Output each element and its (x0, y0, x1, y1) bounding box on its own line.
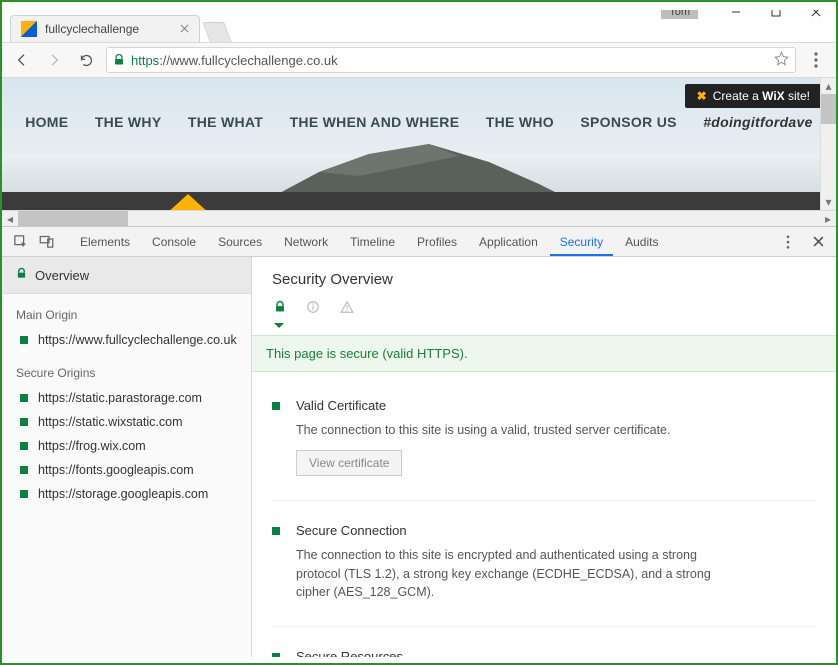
secure-indicator-icon (20, 336, 28, 344)
device-toolbar-icon[interactable] (34, 230, 58, 254)
favicon-icon (21, 21, 37, 37)
scroll-thumb[interactable] (821, 94, 836, 124)
devtools-tab-application[interactable]: Application (469, 228, 548, 256)
view-certificate-button[interactable]: View certificate (296, 450, 402, 476)
security-overview-panel: Security Overview This page is secure (v… (252, 257, 836, 657)
browser-tab[interactable]: fullcyclechallenge (10, 15, 200, 42)
lock-icon (113, 53, 125, 67)
origin-item[interactable]: https://www.fullcyclechallenge.co.uk (2, 328, 251, 352)
lock-icon (274, 300, 286, 317)
devtools-tabstrip: Elements Console Sources Network Timelin… (2, 227, 836, 257)
secure-banner: This page is secure (valid HTTPS). (252, 335, 836, 372)
secure-indicator-icon (272, 653, 280, 657)
origin-url: https://fonts.googleapis.com (38, 463, 194, 477)
secure-indicator-icon (20, 394, 28, 402)
wix-logo-icon: ✖ (697, 89, 707, 103)
forward-button[interactable] (42, 48, 66, 72)
browser-toolbar: https://www.fullcyclechallenge.co.uk (2, 42, 836, 78)
devtools-tab-timeline[interactable]: Timeline (340, 228, 405, 256)
origin-url: https://www.fullcyclechallenge.co.uk (38, 333, 237, 347)
devtools-menu-icon[interactable] (776, 230, 800, 254)
devtools-tab-audits[interactable]: Audits (615, 228, 668, 256)
nav-who[interactable]: THE WHO (486, 114, 554, 130)
site-nav: HOME THE WHY THE WHAT THE WHEN AND WHERE… (2, 114, 836, 130)
hscroll-left-icon[interactable]: ◂ (2, 211, 18, 226)
wix-create-site-banner[interactable]: ✖ Create a WiX site! (685, 84, 822, 108)
secure-indicator-icon (20, 418, 28, 426)
lock-icon (16, 267, 27, 283)
secure-indicator-icon (20, 466, 28, 474)
warning-icon (340, 300, 354, 317)
origin-item[interactable]: https://static.parastorage.com (2, 386, 251, 410)
security-sidebar: Overview Main Origin https://www.fullcyc… (2, 257, 252, 657)
page-horizontal-scrollbar[interactable]: ◂ ▸ (2, 210, 836, 226)
url-scheme: https (131, 53, 159, 68)
block-desc: The connection to this site is encrypted… (296, 546, 736, 602)
panel-title: Security Overview (272, 271, 816, 288)
origin-item[interactable]: https://fonts.googleapis.com (2, 458, 251, 482)
origin-item[interactable]: https://frog.wix.com (2, 434, 251, 458)
devtools-close-icon[interactable] (806, 230, 830, 254)
chrome-menu-button[interactable] (804, 48, 828, 72)
devtools-tab-profiles[interactable]: Profiles (407, 228, 467, 256)
overview-label: Overview (35, 268, 89, 283)
url-rest: ://www.fullcyclechallenge.co.uk (159, 53, 337, 68)
page-content: ✖ Create a WiX site! HOME THE WHY THE WH… (2, 78, 836, 210)
block-title: Valid Certificate (296, 398, 670, 413)
secure-indicator-icon (272, 527, 280, 535)
origin-url: https://static.parastorage.com (38, 391, 202, 405)
nav-hashtag[interactable]: #doingitfordave (703, 114, 813, 130)
devtools-tab-network[interactable]: Network (274, 228, 338, 256)
hscroll-thumb[interactable] (18, 211, 128, 226)
footer-strip (2, 192, 836, 210)
reload-button[interactable] (74, 48, 98, 72)
secure-indicator-icon (20, 442, 28, 450)
nav-sponsor[interactable]: SPONSOR US (580, 114, 676, 130)
security-status-icons (272, 300, 816, 317)
new-tab-button[interactable] (202, 22, 231, 42)
origin-item[interactable]: https://static.wixstatic.com (2, 410, 251, 434)
devtools-tab-elements[interactable]: Elements (70, 228, 140, 256)
hscroll-right-icon[interactable]: ▸ (820, 211, 836, 226)
devtools-tab-console[interactable]: Console (142, 228, 206, 256)
tab-title: fullcyclechallenge (45, 22, 139, 36)
secure-resources-block: Secure Resources All resources on this p… (272, 643, 816, 657)
origin-url: https://frog.wix.com (38, 439, 146, 453)
scroll-up-icon[interactable]: ▴ (821, 78, 836, 94)
nav-home[interactable]: HOME (25, 114, 68, 130)
origin-url: https://storage.googleapis.com (38, 487, 208, 501)
back-button[interactable] (10, 48, 34, 72)
devtools: Elements Console Sources Network Timelin… (2, 226, 836, 657)
page-vertical-scrollbar[interactable]: ▴ ▾ (820, 78, 836, 210)
sidebar-overview[interactable]: Overview (2, 257, 251, 294)
inspect-element-icon[interactable] (8, 230, 32, 254)
valid-certificate-block: Valid Certificate The connection to this… (272, 392, 816, 501)
block-title: Secure Resources (296, 649, 555, 657)
logo-fragment-icon (166, 194, 210, 210)
info-icon (306, 300, 320, 317)
address-bar[interactable]: https://www.fullcyclechallenge.co.uk (106, 47, 796, 73)
origin-url: https://static.wixstatic.com (38, 415, 182, 429)
scroll-down-icon[interactable]: ▾ (821, 194, 836, 210)
bookmark-star-icon[interactable] (774, 51, 789, 69)
nav-when-where[interactable]: THE WHEN AND WHERE (290, 114, 460, 130)
tab-close-button[interactable] (180, 22, 189, 36)
secure-origins-heading: Secure Origins (2, 352, 251, 386)
wix-banner-text: Create a WiX site! (713, 89, 810, 103)
devtools-tab-sources[interactable]: Sources (208, 228, 272, 256)
nav-what[interactable]: THE WHAT (188, 114, 263, 130)
block-desc: The connection to this site is using a v… (296, 421, 670, 440)
secure-connection-block: Secure Connection The connection to this… (272, 517, 816, 627)
status-caret-icon (272, 323, 816, 333)
main-origin-heading: Main Origin (2, 294, 251, 328)
secure-indicator-icon (272, 402, 280, 410)
block-title: Secure Connection (296, 523, 736, 538)
origin-item[interactable]: https://storage.googleapis.com (2, 482, 251, 506)
secure-indicator-icon (20, 490, 28, 498)
nav-why[interactable]: THE WHY (95, 114, 162, 130)
devtools-tab-security[interactable]: Security (550, 228, 613, 256)
